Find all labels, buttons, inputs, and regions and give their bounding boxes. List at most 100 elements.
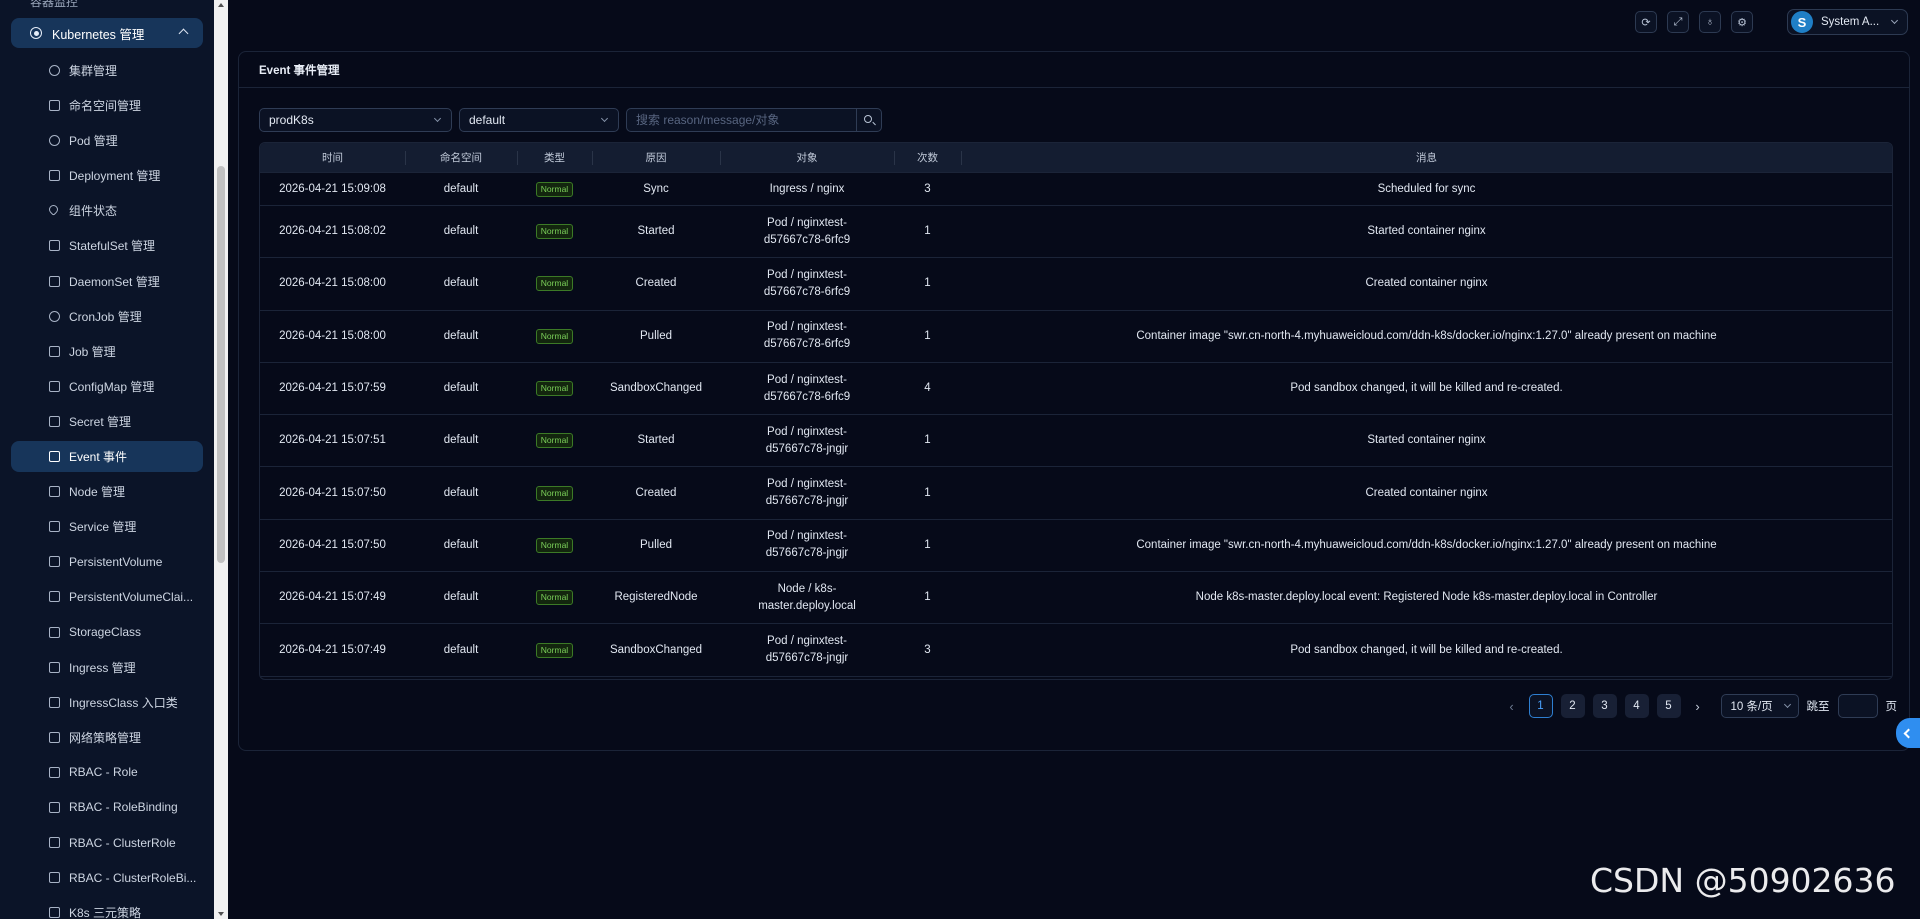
status-badge: Normal xyxy=(535,485,574,501)
count-cell: 4 xyxy=(924,382,931,395)
sidebar-item-label: ConfigMap 管理 xyxy=(69,379,155,394)
sidebar-item-label: RBAC - Role xyxy=(69,765,138,780)
sidebar-item-label: Node 管理 xyxy=(69,485,126,500)
ns-cell: default xyxy=(443,182,479,195)
cluster-select-value: prodK8s xyxy=(269,113,314,127)
sidebar-item[interactable]: IngressClass 入口类 xyxy=(11,687,203,718)
sidebar-item[interactable]: RBAC - ClusterRole xyxy=(11,827,203,858)
sidebar-item[interactable]: Ingress 管理 xyxy=(11,652,203,683)
sidebar-group-kubernetes[interactable]: Kubernetes 管理 xyxy=(11,18,203,48)
sidebar-item-label: RBAC - ClusterRole xyxy=(69,835,176,850)
sidebar-item[interactable]: Event 事件 xyxy=(11,441,203,473)
type-cell: Normal xyxy=(517,572,592,623)
object-cell: Pod / nginxtest-d57667c78-6rfc9 xyxy=(763,268,851,298)
sidebar-item[interactable]: RBAC - Role xyxy=(11,757,203,788)
count-cell: 1 xyxy=(924,434,931,447)
cluster-select[interactable]: prodK8s xyxy=(259,108,452,132)
page-button[interactable]: 2 xyxy=(1560,694,1585,718)
sidebar-item[interactable]: Pod 管理 xyxy=(11,125,203,156)
namespace-select[interactable]: default xyxy=(459,108,619,132)
chevron-down-icon xyxy=(1783,700,1791,709)
gear-icon: ⚙ xyxy=(1737,16,1747,29)
status-badge: Normal xyxy=(535,181,574,197)
time-cell: 2026-04-21 15:09:08 xyxy=(279,182,386,195)
service-icon xyxy=(49,521,60,533)
page-button[interactable]: 3 xyxy=(1592,694,1617,718)
sidebar-item[interactable]: 命名空间管理 xyxy=(11,90,203,121)
search-input[interactable] xyxy=(626,108,857,132)
sidebar-item[interactable]: DaemonSet 管理 xyxy=(11,266,203,297)
sidebar-item[interactable]: Service 管理 xyxy=(11,511,203,542)
table-row: 2026-04-21 15:07:59 default Normal SandboxC… xyxy=(260,363,1892,416)
volume-claim-icon xyxy=(49,591,60,603)
sidebar-item[interactable]: Deployment 管理 xyxy=(11,160,203,191)
prev-page-button[interactable]: ‹ xyxy=(1503,694,1521,718)
sidebar-item[interactable]: 网络策略管理 xyxy=(11,722,203,753)
event-card: Event 事件管理 prodK8s default 时间 命名空间类型原因对象次… xyxy=(238,51,1910,751)
sidebar-item[interactable]: Secret 管理 xyxy=(11,406,203,437)
page-button[interactable]: 4 xyxy=(1624,694,1649,718)
jump-label: 跳至 xyxy=(1806,701,1830,713)
sidebar-item[interactable]: RBAC - RoleBinding xyxy=(11,792,203,823)
column-header: 对象 xyxy=(720,143,894,172)
jump-page-input[interactable] xyxy=(1837,694,1878,718)
chevron-up-icon xyxy=(178,28,189,39)
tips-button[interactable]: ♁ xyxy=(1699,11,1721,33)
sidebar-scrollbar[interactable] xyxy=(214,0,228,919)
collapse-panel-button[interactable] xyxy=(1896,718,1920,748)
sidebar-item[interactable]: 集群管理 xyxy=(11,55,203,86)
ingressclass-icon xyxy=(49,696,60,708)
search-button[interactable] xyxy=(857,108,882,132)
sidebar-item[interactable]: Node 管理 xyxy=(11,476,203,507)
refresh-button[interactable]: ⟳ xyxy=(1635,11,1657,33)
page-size-select[interactable]: 10 条/页 xyxy=(1720,694,1799,718)
search-icon xyxy=(864,115,872,123)
sidebar-item[interactable]: PersistentVolume xyxy=(11,546,203,577)
table-body: 2026-04-21 15:09:08 default Normal Sync Ingr… xyxy=(260,173,1892,677)
user-name: System A... xyxy=(1821,16,1880,28)
sidebar-item[interactable]: StorageClass xyxy=(11,617,203,648)
sidebar-item[interactable]: StatefulSet 管理 xyxy=(11,230,203,261)
sidebar-item-container-monitor[interactable]: 容器监控 xyxy=(30,0,78,10)
time-cell: 2026-04-21 15:08:02 xyxy=(279,225,386,238)
column-header: 消息 xyxy=(961,143,1892,172)
sidebar-item[interactable]: CronJob 管理 xyxy=(11,301,203,332)
ns-cell: default xyxy=(443,277,479,290)
next-page-button[interactable]: › xyxy=(1689,694,1707,718)
sidebar-item[interactable]: 组件状态 xyxy=(11,195,203,226)
sidebar-item[interactable]: PersistentVolumeClai... xyxy=(11,581,203,612)
scroll-down-arrow-icon[interactable] xyxy=(218,912,224,916)
scroll-up-arrow-icon[interactable] xyxy=(218,3,224,7)
kubernetes-icon xyxy=(30,27,42,39)
sidebar-item-label: Event 事件 xyxy=(69,450,128,465)
page-button[interactable]: 1 xyxy=(1528,694,1553,718)
reason-cell: Created xyxy=(635,486,677,499)
sidebar-item[interactable]: ConfigMap 管理 xyxy=(11,371,203,402)
type-cell: Normal xyxy=(517,173,592,205)
scrollbar-thumb[interactable] xyxy=(217,166,225,563)
type-cell: Normal xyxy=(517,467,592,518)
deployment-icon xyxy=(49,170,60,182)
sidebar-item-label: Deployment 管理 xyxy=(69,169,161,184)
sidebar-item-label: 集群管理 xyxy=(69,64,118,78)
time-cell: 2026-04-21 15:07:49 xyxy=(279,591,386,604)
reason-cell: Started xyxy=(637,225,675,238)
ns-cell: default xyxy=(443,434,479,447)
time-cell: 2026-04-21 15:08:00 xyxy=(279,329,386,342)
settings-button[interactable]: ⚙ xyxy=(1731,11,1753,33)
sidebar-item[interactable]: Job 管理 xyxy=(11,336,203,367)
ns-cell: default xyxy=(443,382,479,395)
ns-cell: default xyxy=(443,643,479,656)
reason-cell: Pulled xyxy=(640,329,672,342)
sidebar-item[interactable]: K8s 三元策略 xyxy=(11,897,203,919)
object-cell: Pod / nginxtest-d57667c78-jngjr xyxy=(765,530,849,560)
table-row: 2026-04-21 15:07:49 default Normal Register… xyxy=(260,572,1892,625)
sidebar-item[interactable]: RBAC - ClusterRoleBi... xyxy=(11,862,203,893)
count-cell: 1 xyxy=(924,225,931,238)
message-cell: Created container nginx xyxy=(1365,277,1488,290)
ns-cell: default xyxy=(443,225,479,238)
fullscreen-button[interactable]: ⤢ xyxy=(1667,11,1689,33)
shield-icon xyxy=(49,872,60,884)
page-button[interactable]: 5 xyxy=(1656,694,1681,718)
user-menu[interactable]: S System A... xyxy=(1787,9,1908,35)
